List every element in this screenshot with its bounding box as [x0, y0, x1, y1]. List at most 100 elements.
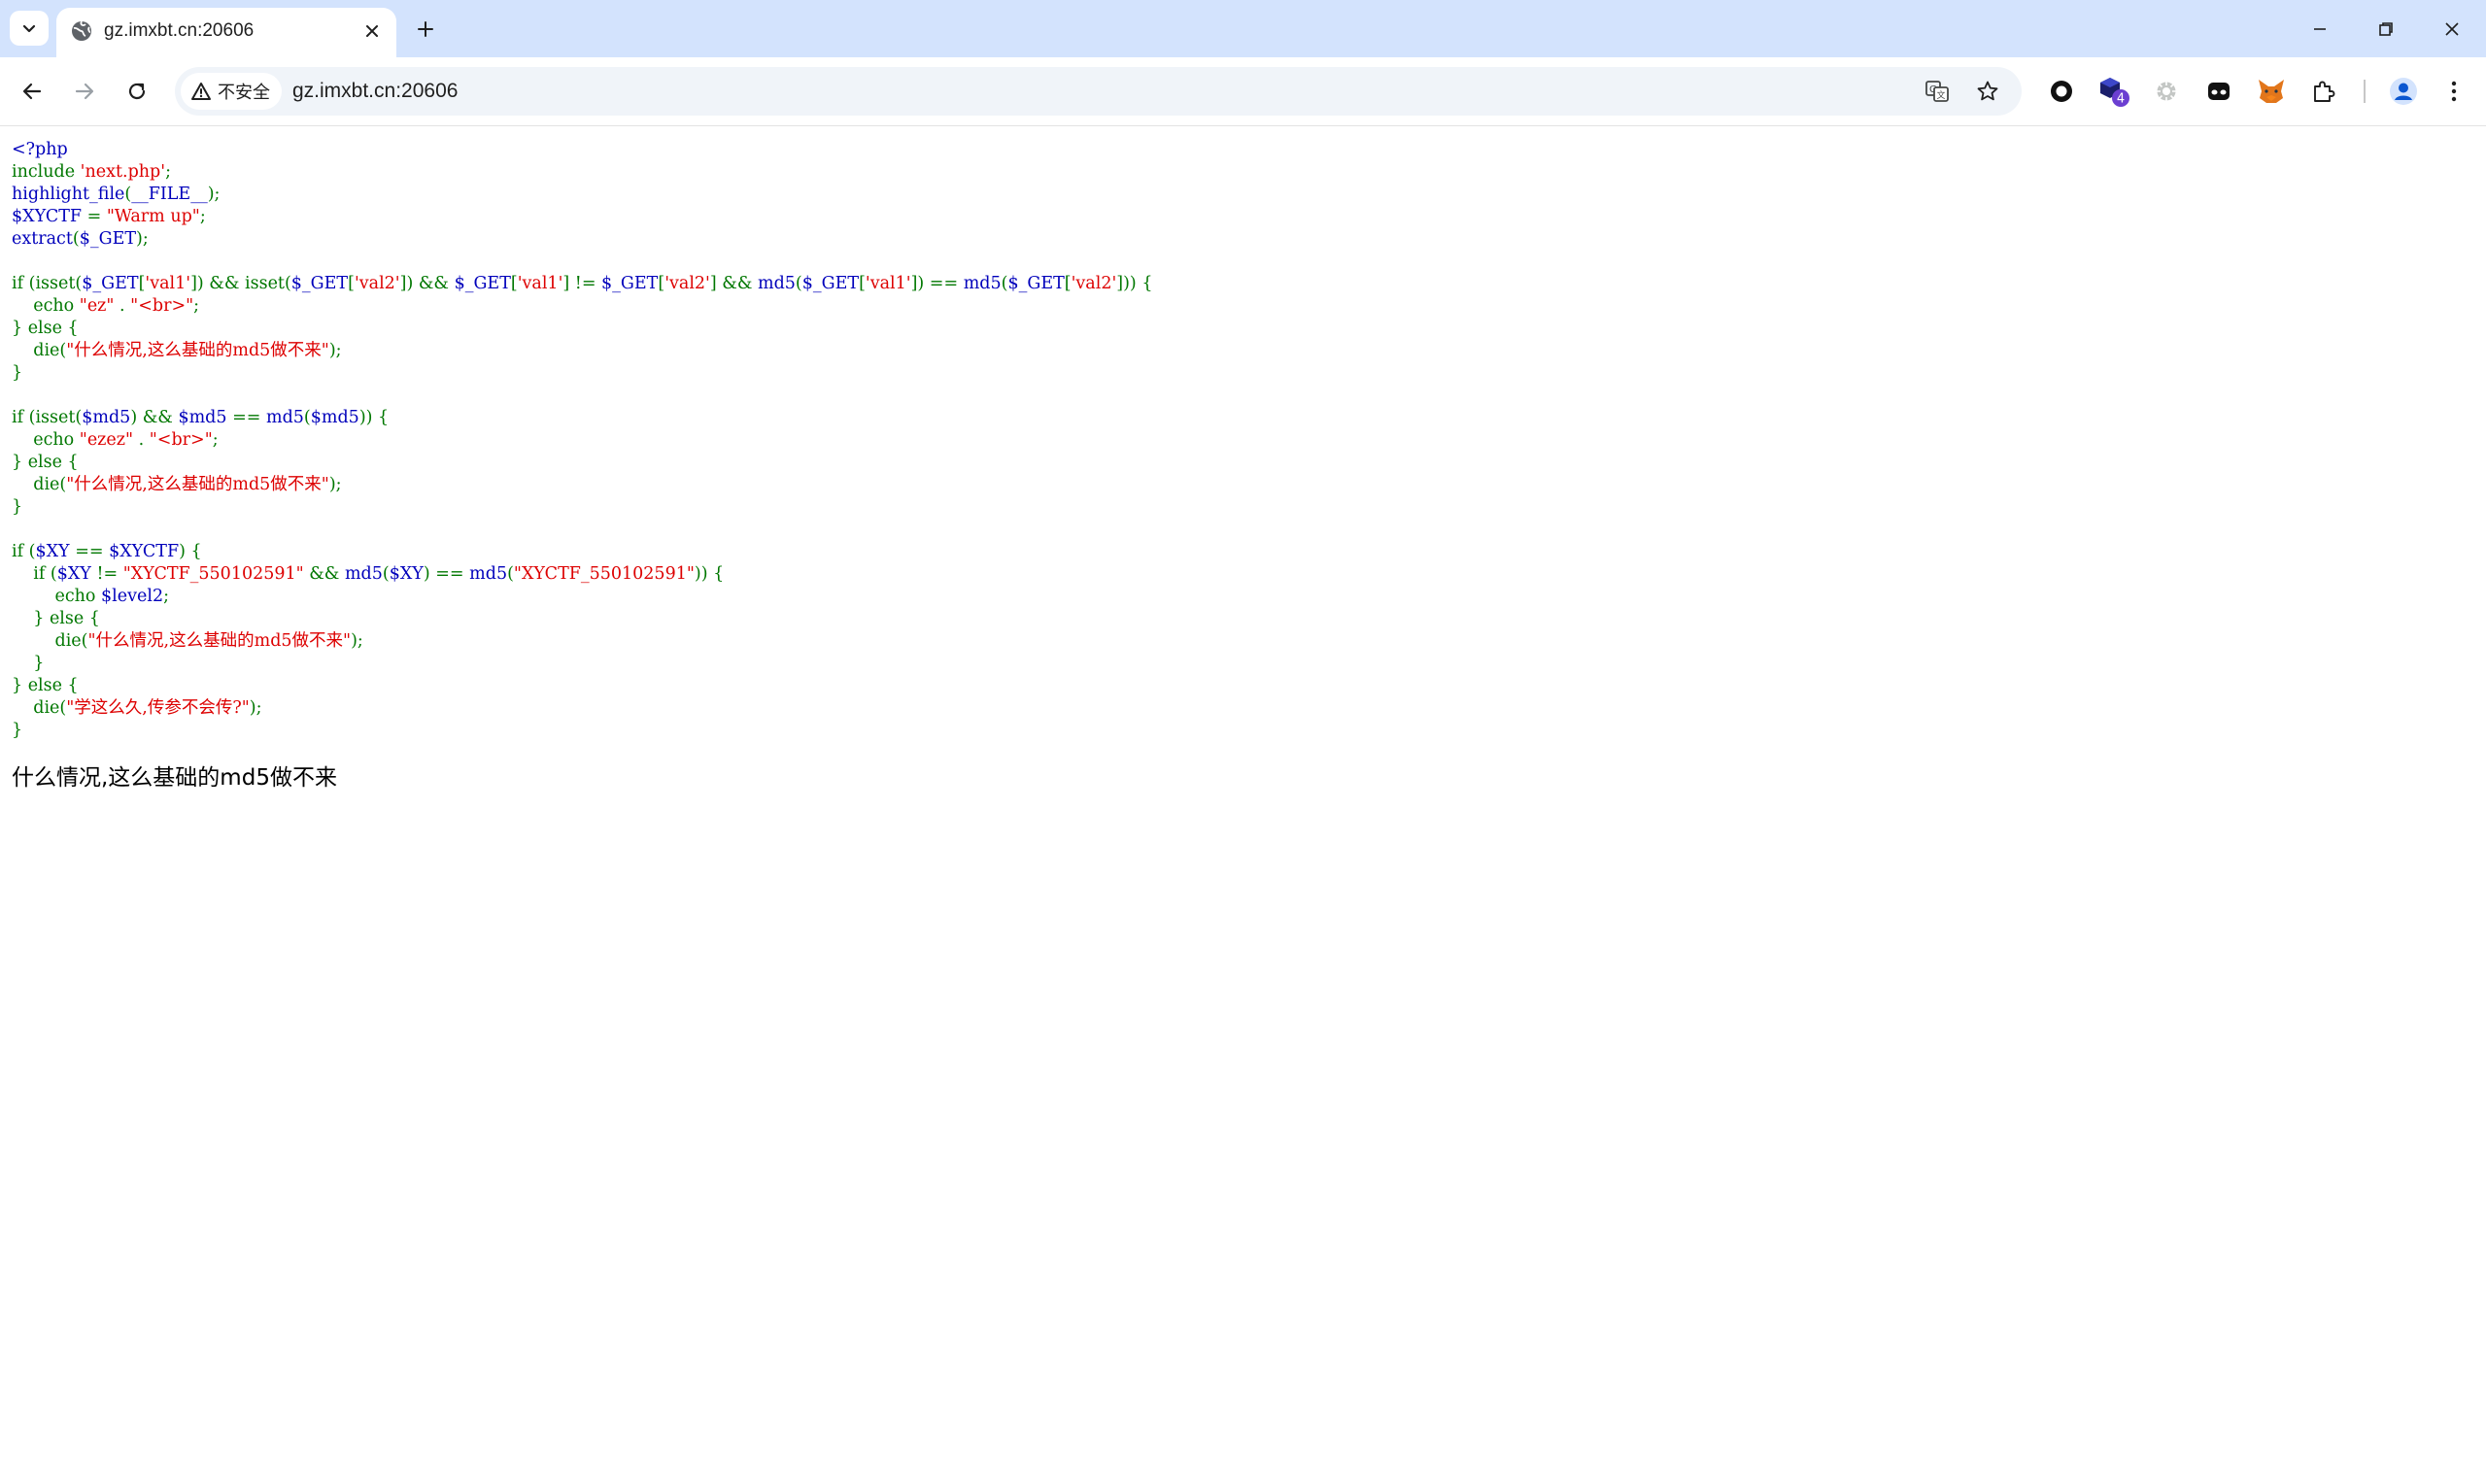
- extension-ring-button[interactable]: [2044, 74, 2079, 109]
- code-line: if (isset($md5) && $md5 == md5($md5)) {: [12, 407, 1152, 429]
- code-token: [: [510, 274, 518, 293]
- code-line: if ($XY == $XYCTF) {: [12, 541, 1152, 563]
- back-button[interactable]: [14, 73, 51, 110]
- code-line: $XYCTF = "Warm up";: [12, 206, 1152, 228]
- code-token: "什么情况,这么基础的md5做不来": [66, 341, 329, 360]
- browser-toolbar: 不安全 gz.imxbt.cn:20606 G 文 4: [0, 57, 2486, 126]
- code-token: [: [859, 274, 866, 293]
- extension-gear-button[interactable]: [2149, 74, 2184, 109]
- code-line: echo "ezez" . "<br>";: [12, 429, 1152, 452]
- extensions-menu-button[interactable]: [2306, 74, 2341, 109]
- code-line: echo $level2;: [12, 586, 1152, 608]
- code-line: }: [12, 720, 1152, 742]
- code-token: <?php: [12, 140, 68, 159]
- code-line: highlight_file(__FILE__);: [12, 184, 1152, 206]
- minimize-button[interactable]: [2302, 12, 2337, 47]
- code-token: 'val2': [1071, 274, 1117, 293]
- puzzle-icon: [2314, 81, 2335, 102]
- code-token: [: [1064, 274, 1072, 293]
- code-token: "什么情况,这么基础的md5做不来": [66, 475, 329, 494]
- code-token: 'val1': [865, 274, 911, 293]
- browser-menu-button[interactable]: [2436, 74, 2471, 109]
- code-line: } else {: [12, 452, 1152, 474]
- code-token: $md5: [178, 408, 233, 427]
- code-token: (: [72, 229, 80, 249]
- minimize-icon: [2314, 28, 2326, 30]
- code-token: ]) &&: [399, 274, 455, 293]
- code-token: if (: [12, 564, 57, 584]
- forward-button[interactable]: [66, 73, 103, 110]
- warning-icon: [191, 83, 211, 100]
- ring-icon: [2051, 81, 2072, 102]
- code-token: md5: [265, 408, 304, 427]
- code-token: ])) {: [1116, 274, 1153, 293]
- url-text[interactable]: gz.imxbt.cn:20606: [292, 80, 458, 103]
- code-token: "学这么久,传参不会传?": [66, 698, 250, 718]
- code-token: echo: [12, 430, 80, 450]
- restore-button[interactable]: [2368, 12, 2403, 47]
- code-token: )) {: [694, 564, 725, 584]
- code-line: <?php: [12, 139, 1152, 161]
- code-token: echo: [12, 296, 80, 316]
- kebab-menu-icon: [2451, 81, 2457, 102]
- code-line: }: [12, 496, 1152, 519]
- code-token: (: [507, 564, 514, 584]
- bookmark-star-button[interactable]: [1972, 76, 2003, 107]
- code-line: echo "ez" . "<br>";: [12, 295, 1152, 318]
- code-token: }: [12, 721, 23, 740]
- extension-mask-button[interactable]: [2201, 74, 2236, 109]
- new-tab-button[interactable]: [410, 14, 441, 45]
- code-token: );: [328, 341, 342, 360]
- code-token: md5: [469, 564, 508, 584]
- tab-active[interactable]: gz.imxbt.cn:20606: [56, 8, 396, 57]
- translate-icon: G 文: [1925, 81, 1949, 102]
- code-token: ==: [232, 408, 266, 427]
- reload-button[interactable]: [119, 73, 155, 110]
- code-token: ;: [163, 587, 169, 606]
- code-token: )) {: [358, 408, 390, 427]
- code-token: "<br>": [149, 430, 213, 450]
- security-chip[interactable]: 不安全: [181, 73, 282, 110]
- tab-close-button[interactable]: [359, 18, 385, 44]
- code-token: }: [12, 654, 45, 673]
- code-token: die(: [12, 475, 67, 494]
- code-token: (: [303, 408, 311, 427]
- code-token: $_GET: [1007, 274, 1065, 293]
- code-token: die(: [12, 631, 88, 651]
- code-line: die("什么情况,这么基础的md5做不来");: [12, 474, 1152, 496]
- reload-icon: [128, 83, 146, 100]
- code-token: $_GET: [79, 229, 137, 249]
- code-token: );: [351, 631, 363, 651]
- profile-button[interactable]: [2386, 74, 2421, 109]
- code-token: "XYCTF_550102591": [122, 564, 310, 584]
- restore-icon: [2379, 22, 2393, 36]
- code-token: ) ==: [423, 564, 470, 584]
- code-token: if (isset(: [12, 274, 83, 293]
- tab-search-button[interactable]: [10, 11, 49, 46]
- code-line: include 'next.php';: [12, 161, 1152, 184]
- code-token: $_GET: [454, 274, 511, 293]
- close-window-button[interactable]: [2435, 12, 2469, 47]
- code-token: } else {: [12, 453, 79, 472]
- code-token: !=: [96, 564, 123, 584]
- code-token: );: [328, 475, 342, 494]
- code-token: $md5: [310, 408, 359, 427]
- tab-strip: gz.imxbt.cn:20606: [0, 0, 2486, 57]
- tab-title: gz.imxbt.cn:20606: [104, 20, 255, 41]
- extension-cube-button[interactable]: 4: [2096, 74, 2131, 109]
- code-token: ;: [212, 430, 219, 450]
- code-token: die(: [12, 698, 67, 718]
- code-token: );: [136, 229, 149, 249]
- code-token: 'val1': [145, 274, 191, 293]
- code-token: ) &&: [130, 408, 179, 427]
- address-bar[interactable]: 不安全 gz.imxbt.cn:20606 G 文: [175, 67, 2022, 116]
- code-token: ]) && isset(: [190, 274, 291, 293]
- extension-fox-button[interactable]: [2254, 74, 2289, 109]
- translate-button[interactable]: G 文: [1922, 76, 1953, 107]
- code-token: $level2: [101, 587, 164, 606]
- code-token: "XYCTF_550102591": [513, 564, 695, 584]
- code-line: die("学这么久,传参不会传?");: [12, 697, 1152, 720]
- code-token: }: [12, 497, 23, 517]
- code-token: md5: [963, 274, 1002, 293]
